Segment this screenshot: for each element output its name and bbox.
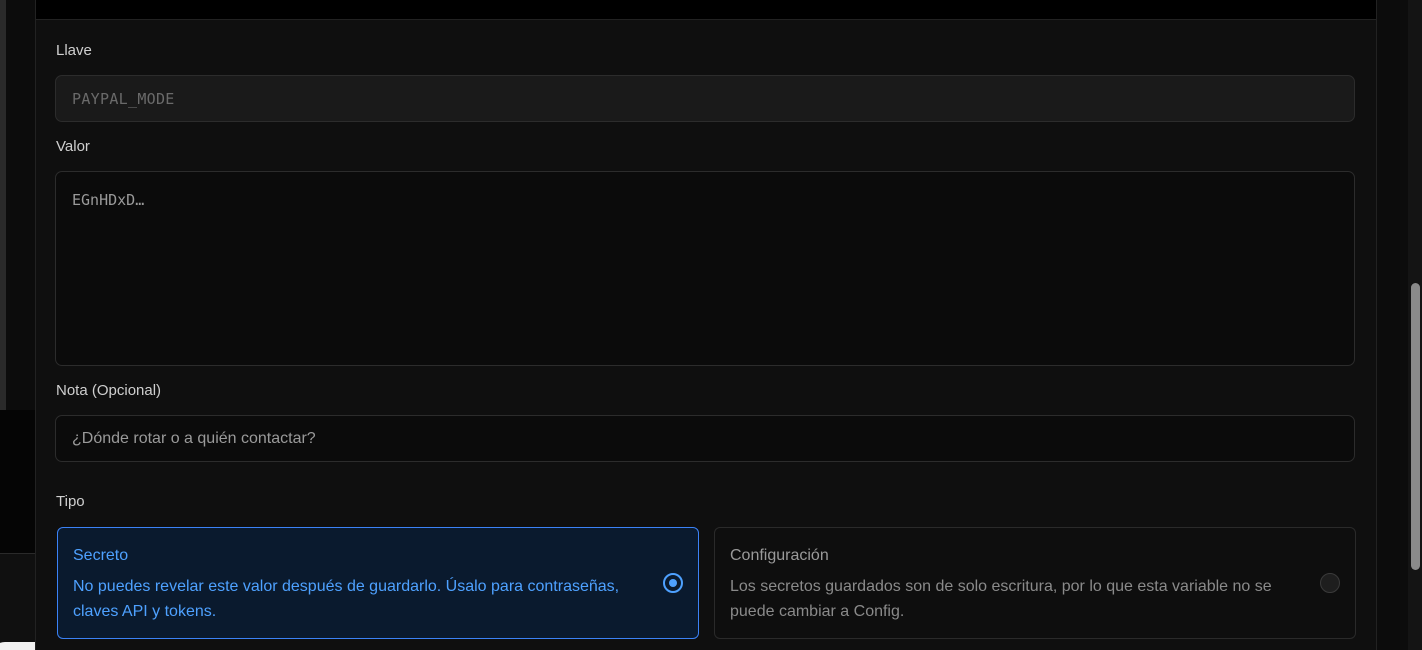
type-option-title: Secreto <box>73 547 129 564</box>
key-field-value: PAYPAL_MODE <box>72 90 175 108</box>
type-option-description: Los secretos guardados son de solo escri… <box>730 578 1272 620</box>
value-label: Valor <box>56 138 90 155</box>
dialog-header <box>36 0 1376 20</box>
key-label: Llave <box>56 42 92 59</box>
type-option-config: Configuración Los secretos guardados son… <box>714 527 1356 639</box>
backdrop-panel <box>0 0 6 410</box>
value-textarea[interactable]: EGnHDxD… <box>55 171 1355 366</box>
scrollbar-thumb[interactable] <box>1411 283 1420 570</box>
note-input-placeholder: ¿Dónde rotar o a quién contactar? <box>72 430 316 447</box>
type-option-secret[interactable]: Secreto No puedes revelar este valor des… <box>57 527 699 639</box>
type-option-description: No puedes revelar este valor después de … <box>73 578 620 620</box>
edit-variable-dialog: Llave PAYPAL_MODE Valor EGnHDxD… Nota (O… <box>35 0 1377 650</box>
note-label: Nota (Opcional) <box>56 382 162 399</box>
note-input[interactable]: ¿Dónde rotar o a quién contactar? <box>55 415 1355 462</box>
type-option-title: Configuración <box>730 547 829 564</box>
radio-selected-icon[interactable] <box>663 573 683 593</box>
key-field: PAYPAL_MODE <box>55 75 1355 122</box>
scrollbar[interactable] <box>1408 0 1422 650</box>
page: Llave PAYPAL_MODE Valor EGnHDxD… Nota (O… <box>0 0 1422 650</box>
value-textarea-content: EGnHDxD… <box>72 191 145 209</box>
radio-unselected-icon <box>1320 573 1340 593</box>
type-label: Tipo <box>56 493 85 510</box>
